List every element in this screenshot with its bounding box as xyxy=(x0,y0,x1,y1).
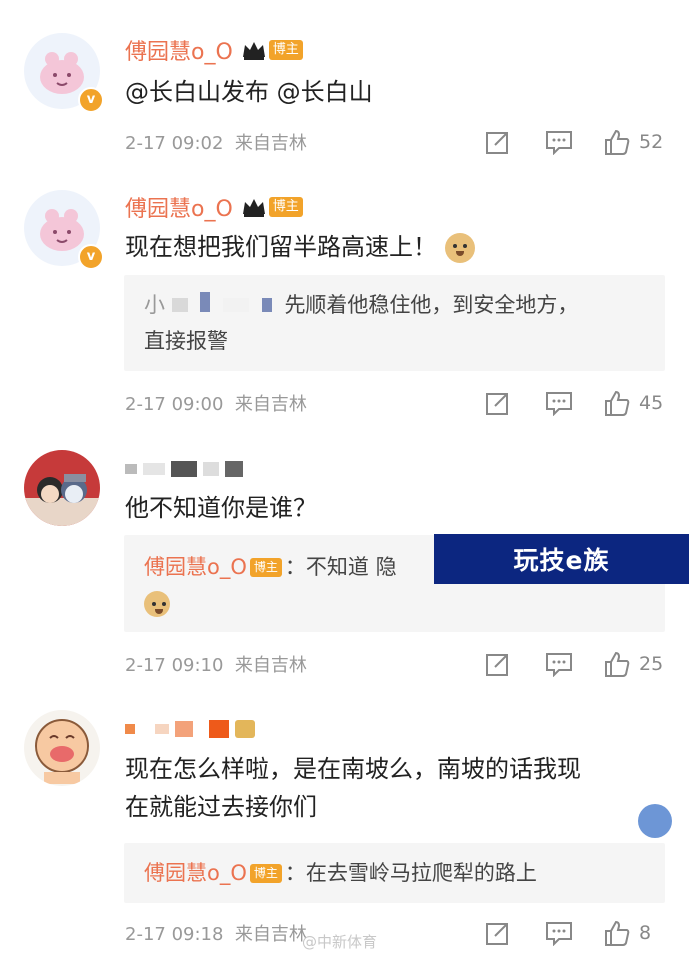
comment-icon xyxy=(546,653,572,677)
crown-icon xyxy=(242,199,265,217)
like-icon xyxy=(605,390,630,416)
avatar[interactable] xyxy=(24,710,100,786)
like-button[interactable]: 8 xyxy=(603,919,665,947)
repost-button[interactable] xyxy=(485,129,511,155)
reply-text: 先顺着他稳住他，到安全地方， xyxy=(284,293,579,317)
doge-emoji xyxy=(144,591,170,617)
blogger-badge: 博主 xyxy=(249,558,282,577)
comment-icon xyxy=(546,922,572,946)
timestamp: 2-17 09:02 来自吉林 xyxy=(125,133,307,154)
reply-box[interactable]: 小 先顺着他稳住他，到安全地方， 直接报警 xyxy=(124,275,665,371)
comment-text: @长白山发布 @长白山 xyxy=(125,78,373,106)
masked-username[interactable] xyxy=(125,461,249,477)
repost-icon xyxy=(486,393,508,415)
doge-emoji xyxy=(444,233,475,263)
like-count: 52 xyxy=(639,131,664,153)
masked-name xyxy=(223,298,250,312)
reply-text-line2: 直接报警 xyxy=(144,329,228,353)
comment-button[interactable] xyxy=(545,129,573,155)
repost-button[interactable] xyxy=(485,920,511,946)
avatar-image xyxy=(24,450,100,526)
repost-icon xyxy=(486,132,508,154)
username[interactable]: 傅园慧o_O xyxy=(125,191,233,223)
like-count: 45 xyxy=(639,392,664,414)
reply-box[interactable]: 傅园慧o_O 博主 ：在去雪岭马拉爬犁的路上 xyxy=(124,843,665,903)
masked-name xyxy=(261,298,272,312)
watermark: @中新体育 xyxy=(302,933,378,951)
blogger-badge: 博主 xyxy=(249,864,282,883)
reply-author[interactable]: 小 xyxy=(144,292,284,317)
repost-button[interactable] xyxy=(485,390,511,416)
blogger-badge: 博主 xyxy=(268,40,303,60)
reply-author[interactable]: 傅园慧o_O xyxy=(144,555,247,579)
repost-button[interactable] xyxy=(485,651,511,677)
reply-text: ：在去雪岭马拉爬犁的路上 xyxy=(284,861,537,885)
like-count: 8 xyxy=(639,922,652,944)
comment-text: 他不知道你是谁？ xyxy=(125,494,317,522)
comment-button[interactable] xyxy=(545,390,573,416)
like-button[interactable]: 25 xyxy=(603,650,665,678)
like-button[interactable]: 52 xyxy=(603,128,665,156)
avatar[interactable] xyxy=(24,450,100,526)
comment-text: 现在怎么样啦，是在南坡么，南坡的话我现 在就能过去接你们 xyxy=(125,755,581,821)
username[interactable]: 傅园慧o_O xyxy=(125,34,233,66)
overlay-banner: 玩技e族 xyxy=(434,534,689,584)
timestamp: 2-17 09:18 来自吉林 xyxy=(125,924,307,945)
repost-icon xyxy=(486,654,508,676)
blogger-badge: 博主 xyxy=(268,197,303,217)
reply-author[interactable]: 傅园慧o_O xyxy=(144,861,247,885)
like-icon xyxy=(605,129,630,155)
verified-icon: v xyxy=(78,244,104,270)
reply-text: ：不知道 隐 xyxy=(284,555,397,579)
comment-icon xyxy=(546,392,572,416)
masked-name xyxy=(200,292,211,312)
sticker-icon xyxy=(638,804,672,838)
crown-icon xyxy=(242,42,265,60)
like-button[interactable]: 45 xyxy=(603,389,665,417)
repost-icon xyxy=(486,923,508,945)
avatar-image xyxy=(24,710,100,786)
comment-button[interactable] xyxy=(545,920,573,946)
masked-name xyxy=(171,298,188,312)
comment-text: 现在想把我们留半路高速上！ xyxy=(125,230,475,264)
verified-icon: v xyxy=(78,87,104,113)
like-count: 25 xyxy=(639,653,664,675)
comment-icon xyxy=(546,131,572,155)
timestamp: 2-17 09:10 来自吉林 xyxy=(125,655,307,676)
like-icon xyxy=(605,651,630,677)
timestamp: 2-17 09:00 来自吉林 xyxy=(125,394,307,415)
masked-username[interactable] xyxy=(125,720,261,738)
like-icon xyxy=(605,920,630,946)
comment-button[interactable] xyxy=(545,651,573,677)
